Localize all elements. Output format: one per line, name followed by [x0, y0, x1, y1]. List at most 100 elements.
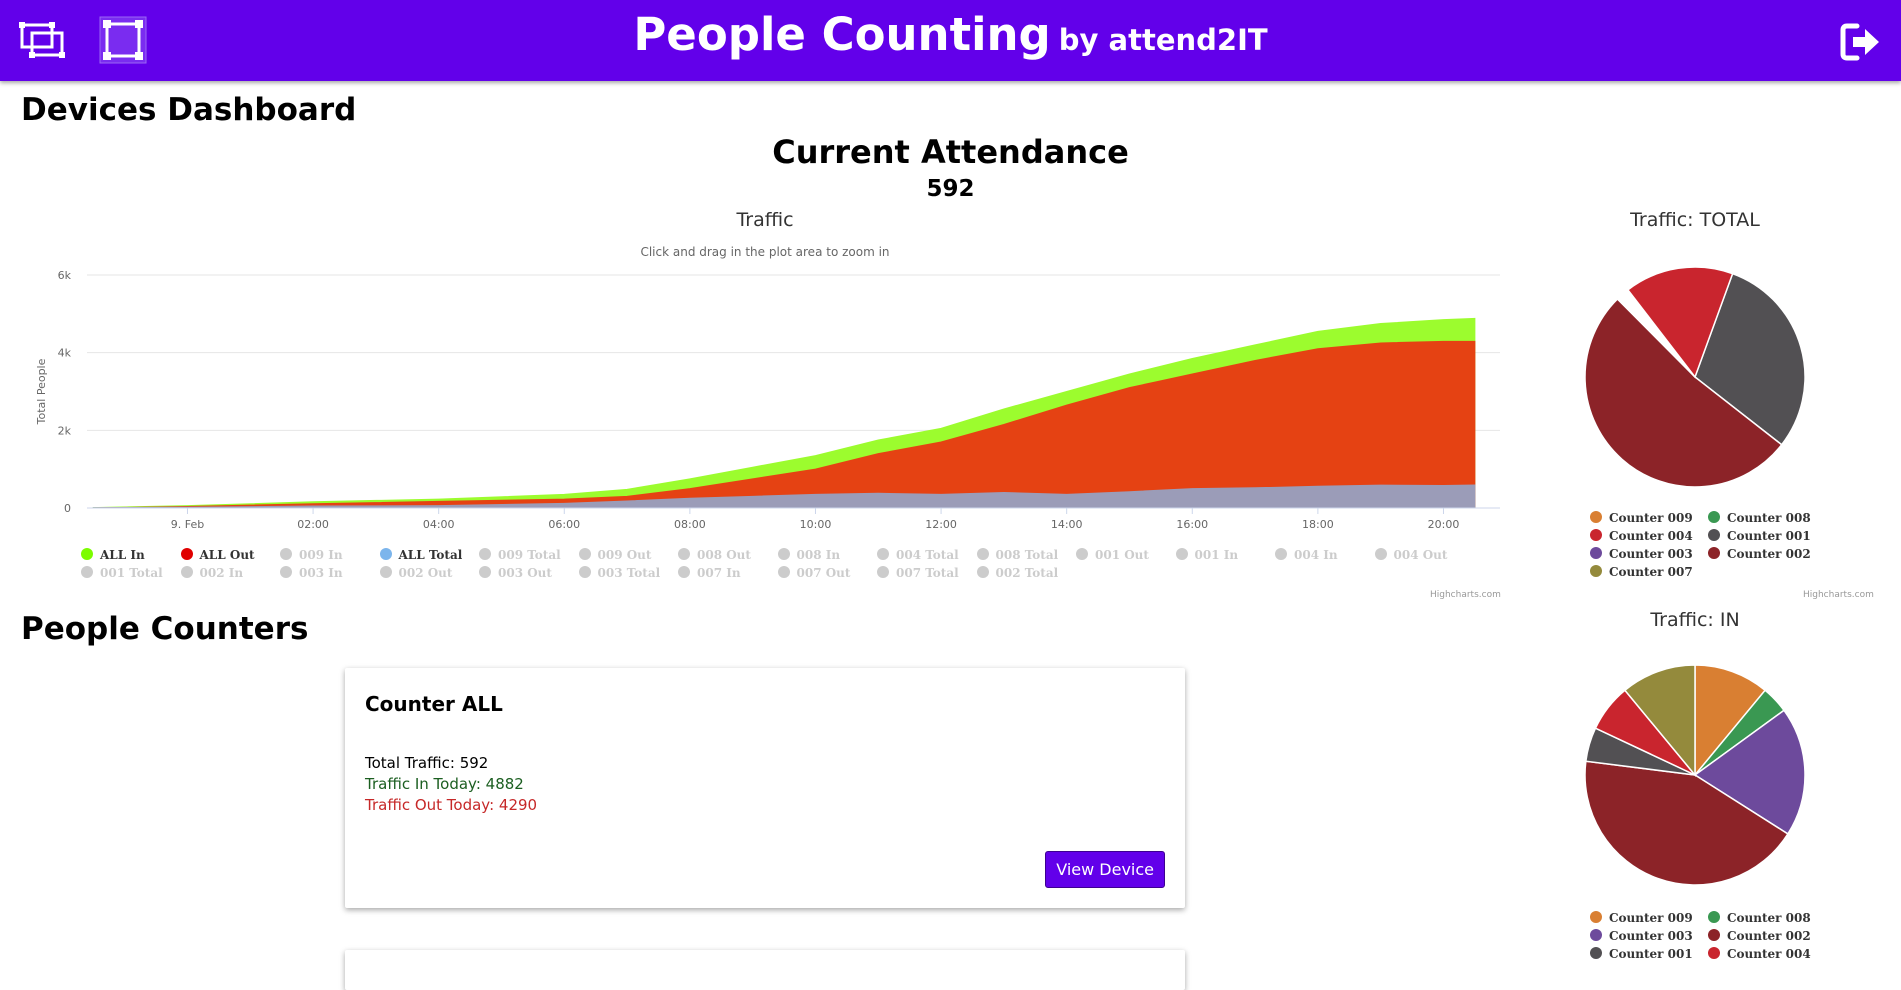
- traffic-chart-title: Traffic: [736, 209, 794, 231]
- legend-marker: [1076, 548, 1088, 560]
- x-tick-label: 14:00: [1051, 518, 1083, 531]
- counter-card-title: Counter ALL: [365, 692, 503, 716]
- legend-label: 008 Out: [697, 548, 751, 562]
- legend-label: 008 In: [796, 548, 841, 562]
- legend-marker: [1590, 547, 1602, 559]
- legend-label: 004 In: [1294, 548, 1338, 562]
- series-area-1[interactable]: [93, 340, 1476, 509]
- legend-marker: [1175, 548, 1188, 560]
- pie-legend-item[interactable]: Counter 004: [1708, 947, 1811, 961]
- x-tick-label: 02:00: [297, 518, 329, 531]
- app-title-main: People Counting: [633, 8, 1051, 61]
- legend-item[interactable]: ALL Total: [379, 548, 463, 562]
- pie-legend-item[interactable]: Counter 004: [1590, 529, 1693, 543]
- legend-item[interactable]: 001 Out: [1076, 548, 1149, 562]
- y-axis-title: Total People: [35, 358, 48, 425]
- legend-label: 007 In: [697, 566, 741, 580]
- legend-item[interactable]: 001 Total: [81, 566, 163, 580]
- legend-item[interactable]: 008 Total: [976, 548, 1058, 562]
- legend-label: Counter 008: [1727, 511, 1811, 525]
- legend-item[interactable]: 003 Out: [479, 566, 552, 580]
- legend-marker: [578, 548, 591, 560]
- legend-marker: [1590, 511, 1602, 523]
- pie-legend-item[interactable]: Counter 009: [1590, 911, 1693, 925]
- y-tick-label: 6k: [58, 269, 72, 282]
- legend-label: 002 Total: [995, 566, 1059, 580]
- legend-item[interactable]: 004 Out: [1374, 548, 1448, 562]
- traffic-chart-credits[interactable]: Highcharts.com: [1430, 590, 1501, 600]
- logout-icon[interactable]: [1839, 20, 1883, 64]
- legend-marker: [1275, 548, 1287, 560]
- legend-marker: [1708, 911, 1720, 923]
- legend-marker: [578, 566, 591, 578]
- pie-total-chart[interactable]: [1580, 262, 1810, 492]
- legend-label: ALL In: [100, 548, 145, 562]
- pie-legend-item[interactable]: Counter 003: [1590, 547, 1693, 561]
- people-counters-heading: People Counters: [21, 611, 309, 647]
- legend-item[interactable]: 002 Out: [379, 566, 452, 580]
- legend-item[interactable]: ALL Out: [180, 548, 255, 562]
- legend-item[interactable]: ALL In: [81, 548, 145, 562]
- x-tick-label: 08:00: [674, 518, 706, 531]
- legend-label: Counter 007: [1609, 565, 1693, 579]
- pie-legend-item[interactable]: Counter 007: [1590, 565, 1693, 579]
- pie-legend-item[interactable]: Counter 003: [1590, 929, 1693, 943]
- legend-item[interactable]: 008 In: [777, 548, 841, 562]
- traffic-area-chart[interactable]: 0 2k 4k 6k 9. Feb 02:00 04:00 06:00 08:00 10:00 12…: [0, 260, 1520, 590]
- pie-legend-item[interactable]: Counter 002: [1708, 547, 1811, 561]
- legend-label: Counter 003: [1609, 929, 1693, 943]
- legend-item[interactable]: 009 Total: [479, 548, 561, 562]
- legend-marker: [1590, 565, 1602, 577]
- legend-marker: [1590, 929, 1602, 941]
- pie-in-title: Traffic: IN: [1650, 609, 1740, 631]
- app-title-subtitle: by attend2IT: [1058, 23, 1268, 57]
- legend-label: 009 Out: [597, 548, 652, 562]
- legend-item[interactable]: 007 Total: [877, 566, 959, 580]
- legend-marker: [678, 548, 690, 560]
- legend-marker: [976, 548, 989, 560]
- pie-legend-item[interactable]: Counter 001: [1708, 529, 1811, 543]
- legend-label: Counter 009: [1609, 511, 1693, 525]
- legend-item[interactable]: 007 Out: [777, 566, 850, 580]
- legend-item[interactable]: 004 Total: [877, 548, 959, 562]
- legend-label: 007 Total: [896, 566, 959, 580]
- legend-label: 009 In: [299, 548, 343, 562]
- view-device-button[interactable]: View Device: [1045, 851, 1165, 888]
- legend-item[interactable]: 007 In: [678, 566, 741, 580]
- pie-legend-item[interactable]: Counter 002: [1708, 929, 1811, 943]
- legend-item[interactable]: 001 In: [1175, 548, 1238, 562]
- legend-item[interactable]: 002 Total: [976, 566, 1059, 580]
- legend-label: Counter 004: [1727, 947, 1811, 961]
- legend-label: Counter 004: [1609, 529, 1693, 543]
- pie-in-chart[interactable]: [1580, 660, 1810, 890]
- legend-marker: [1708, 947, 1720, 959]
- pie-legend-item[interactable]: Counter 009: [1590, 511, 1693, 525]
- legend-item[interactable]: 003 In: [280, 566, 343, 580]
- pie-total-title: Traffic: TOTAL: [1630, 209, 1760, 231]
- legend-marker: [877, 548, 889, 560]
- devices-dashboard-heading: Devices Dashboard: [21, 92, 357, 128]
- legend-marker: [1590, 529, 1602, 541]
- legend-marker: [1708, 929, 1720, 941]
- legend-marker: [777, 548, 790, 560]
- legend-label: 004 Out: [1393, 548, 1448, 562]
- legend-item[interactable]: 004 In: [1275, 548, 1338, 562]
- x-tick-label: 9. Feb: [171, 518, 204, 531]
- legend-label: 001 Out: [1095, 548, 1149, 562]
- pie-legend-item[interactable]: Counter 008: [1708, 511, 1811, 525]
- legend-item[interactable]: 009 Out: [578, 548, 652, 562]
- legend-marker: [81, 548, 93, 560]
- legend-marker: [379, 566, 392, 578]
- legend-label: 003 Out: [498, 566, 552, 580]
- legend-item[interactable]: 002 In: [180, 566, 243, 580]
- pie-legend-item[interactable]: Counter 008: [1708, 911, 1811, 925]
- legend-item[interactable]: 008 Out: [678, 548, 751, 562]
- pie-total-credits[interactable]: Highcharts.com: [1803, 590, 1874, 600]
- legend-marker: [1708, 529, 1720, 541]
- pie-legend-item[interactable]: Counter 001: [1590, 947, 1693, 961]
- legend-item[interactable]: 003 Total: [578, 566, 660, 580]
- legend-label: Counter 001: [1727, 529, 1811, 543]
- legend-item[interactable]: 009 In: [280, 548, 343, 562]
- legend-label: ALL Total: [398, 548, 463, 562]
- legend-marker: [877, 566, 889, 578]
